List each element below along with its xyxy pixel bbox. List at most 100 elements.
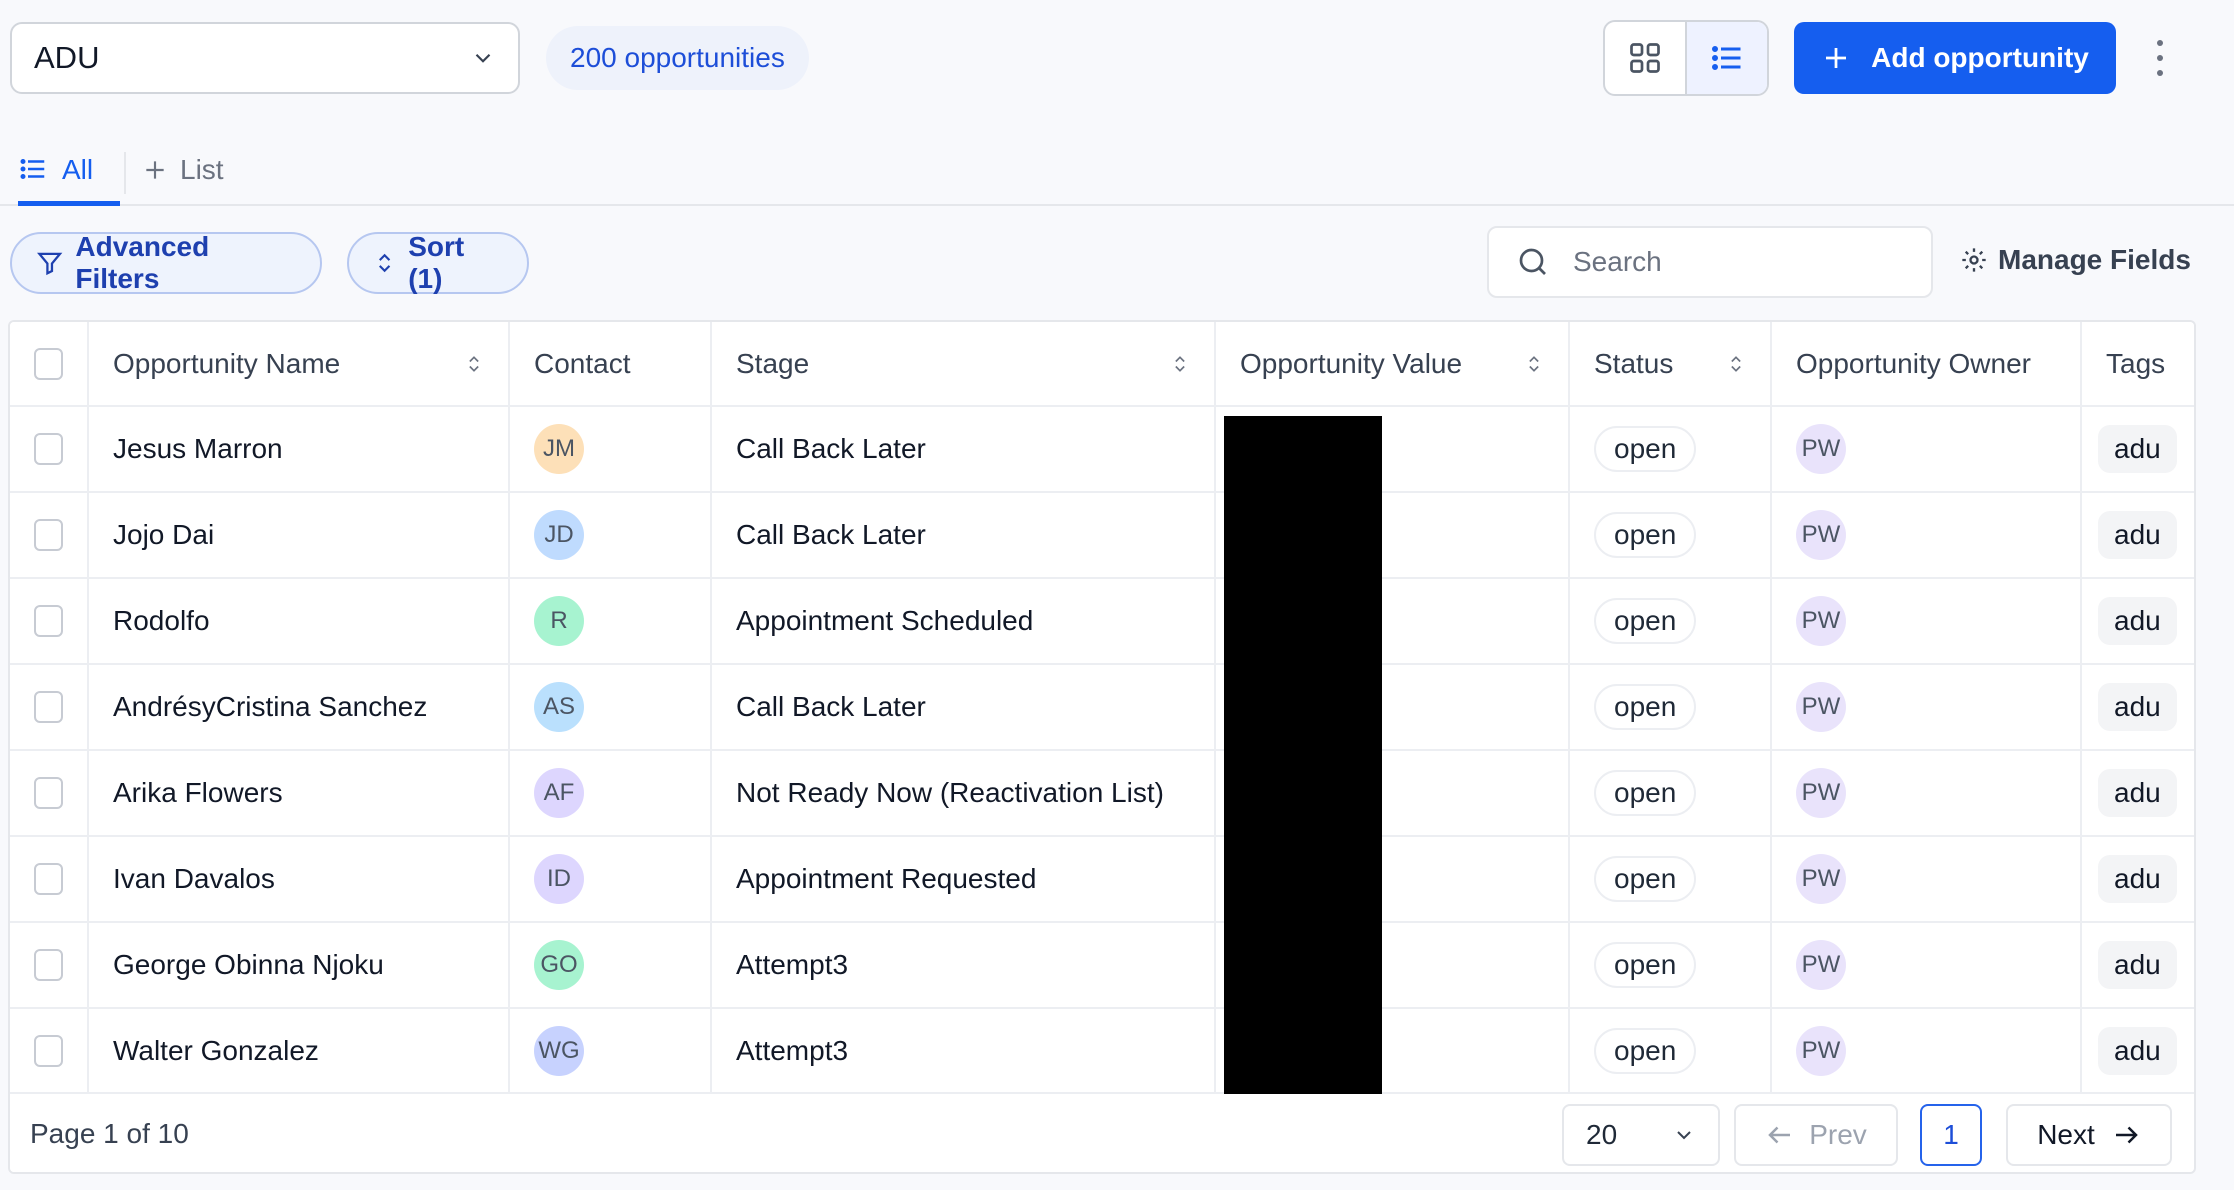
opportunity-name-cell[interactable]: Ivan Davalos xyxy=(87,836,509,923)
status-cell[interactable]: open xyxy=(1568,578,1771,665)
contact-avatar[interactable]: AS xyxy=(534,682,584,732)
sort-arrows-icon[interactable] xyxy=(1726,351,1746,377)
opportunity-name[interactable]: Jojo Dai xyxy=(113,519,214,551)
status-cell[interactable]: open xyxy=(1568,406,1771,493)
table-row[interactable]: Jojo Dai JD Call Back Later open PW adu xyxy=(10,492,2194,579)
more-options-icon[interactable] xyxy=(2146,36,2174,80)
owner-cell[interactable]: PW xyxy=(1770,750,2081,837)
owner-cell[interactable]: PW xyxy=(1770,922,2081,1009)
table-row[interactable]: Walter Gonzalez WG Attempt3 open PW adu xyxy=(10,1008,2194,1095)
opportunity-name-cell[interactable]: Rodolfo xyxy=(87,578,509,665)
contact-cell[interactable]: WG xyxy=(508,1008,711,1095)
contact-avatar[interactable]: GO xyxy=(534,940,584,990)
column-header-status[interactable]: Status xyxy=(1568,322,1771,407)
owner-avatar[interactable]: PW xyxy=(1796,1026,1846,1076)
owner-cell[interactable]: PW xyxy=(1770,492,2081,579)
pipeline-select[interactable]: ADU xyxy=(10,22,520,94)
tab-all[interactable]: All xyxy=(18,136,120,206)
table-row[interactable]: AndrésyCristina Sanchez AS Call Back Later… xyxy=(10,664,2194,751)
owner-avatar[interactable]: PW xyxy=(1796,682,1846,732)
row-checkbox[interactable] xyxy=(34,1035,63,1067)
next-page-button[interactable]: Next xyxy=(2006,1104,2172,1166)
status-cell[interactable]: open xyxy=(1568,922,1771,1009)
stage-cell[interactable]: Not Ready Now (Reactivation List) xyxy=(710,750,1215,837)
row-checkbox[interactable] xyxy=(34,433,63,465)
row-checkbox[interactable] xyxy=(34,691,63,723)
sort-arrows-icon[interactable] xyxy=(464,351,484,377)
contact-cell[interactable]: AF xyxy=(508,750,711,837)
search-input[interactable] xyxy=(1573,246,1893,278)
stage-cell[interactable]: Attempt3 xyxy=(710,1008,1215,1095)
opportunity-name[interactable]: Ivan Davalos xyxy=(113,863,275,895)
owner-avatar[interactable]: PW xyxy=(1796,424,1846,474)
contact-avatar[interactable]: JM xyxy=(534,424,584,474)
sort-arrows-icon[interactable] xyxy=(1524,351,1544,377)
manage-fields-button[interactable]: Manage Fields xyxy=(1960,244,2191,276)
contact-cell[interactable]: GO xyxy=(508,922,711,1009)
opportunity-name[interactable]: Walter Gonzalez xyxy=(113,1035,319,1067)
advanced-filters-button[interactable]: Advanced Filters xyxy=(10,231,322,294)
contact-avatar[interactable]: R xyxy=(534,596,584,646)
table-row[interactable]: Rodolfo R Appointment Scheduled open PW adu xyxy=(10,578,2194,665)
add-opportunity-button[interactable]: Add opportunity xyxy=(1794,22,2116,94)
stage-cell[interactable]: Call Back Later xyxy=(710,406,1215,493)
column-header-opportunity-value[interactable]: Opportunity Value xyxy=(1214,322,1569,407)
stage-cell[interactable]: Appointment Scheduled xyxy=(710,578,1215,665)
stage-cell[interactable]: Call Back Later xyxy=(710,492,1215,579)
contact-avatar[interactable]: JD xyxy=(534,510,584,560)
opportunity-name-cell[interactable]: Walter Gonzalez xyxy=(87,1008,509,1095)
board-view-button[interactable] xyxy=(1605,22,1685,94)
opportunity-name-cell[interactable]: Jesus Marron xyxy=(87,406,509,493)
owner-avatar[interactable]: PW xyxy=(1796,596,1846,646)
page-size-select[interactable]: 20 xyxy=(1562,1104,1720,1166)
owner-avatar[interactable]: PW xyxy=(1796,940,1846,990)
opportunity-name[interactable]: Rodolfo xyxy=(113,605,210,637)
page-number-button[interactable]: 1 xyxy=(1920,1104,1982,1166)
prev-page-button[interactable]: Prev xyxy=(1734,1104,1898,1166)
owner-cell[interactable]: PW xyxy=(1770,578,2081,665)
status-cell[interactable]: open xyxy=(1568,492,1771,579)
table-row[interactable]: Jesus Marron JM Call Back Later open PW adu xyxy=(10,406,2194,493)
status-cell[interactable]: open xyxy=(1568,1008,1771,1095)
row-checkbox[interactable] xyxy=(34,605,63,637)
owner-cell[interactable]: PW xyxy=(1770,1008,2081,1095)
stage-cell[interactable]: Appointment Requested xyxy=(710,836,1215,923)
contact-cell[interactable]: ID xyxy=(508,836,711,923)
contact-cell[interactable]: JM xyxy=(508,406,711,493)
opportunity-name[interactable]: George Obinna Njoku xyxy=(113,949,384,981)
opportunity-name[interactable]: AndrésyCristina Sanchez xyxy=(113,691,427,723)
owner-avatar[interactable]: PW xyxy=(1796,768,1846,818)
contact-cell[interactable]: AS xyxy=(508,664,711,751)
opportunity-name[interactable]: Jesus Marron xyxy=(113,433,283,465)
column-header-stage[interactable]: Stage xyxy=(710,322,1215,407)
row-checkbox[interactable] xyxy=(34,519,63,551)
opportunity-name-cell[interactable]: Arika Flowers xyxy=(87,750,509,837)
list-view-button[interactable] xyxy=(1685,22,1767,94)
status-cell[interactable]: open xyxy=(1568,836,1771,923)
table-row[interactable]: Arika Flowers AF Not Ready Now (Reactivati… xyxy=(10,750,2194,837)
row-checkbox[interactable] xyxy=(34,777,63,809)
sort-arrows-icon[interactable] xyxy=(1170,351,1190,377)
column-header-opportunity-name[interactable]: Opportunity Name xyxy=(87,322,509,407)
owner-avatar[interactable]: PW xyxy=(1796,854,1846,904)
status-cell[interactable]: open xyxy=(1568,664,1771,751)
select-all-checkbox[interactable] xyxy=(34,347,63,380)
owner-avatar[interactable]: PW xyxy=(1796,510,1846,560)
owner-cell[interactable]: PW xyxy=(1770,836,2081,923)
stage-cell[interactable]: Attempt3 xyxy=(710,922,1215,1009)
table-row[interactable]: George Obinna Njoku GO Attempt3 open PW adu xyxy=(10,922,2194,1009)
owner-cell[interactable]: PW xyxy=(1770,664,2081,751)
status-cell[interactable]: open xyxy=(1568,750,1771,837)
add-list-tab[interactable]: List xyxy=(142,154,224,186)
row-checkbox[interactable] xyxy=(34,863,63,895)
owner-cell[interactable]: PW xyxy=(1770,406,2081,493)
contact-avatar[interactable]: WG xyxy=(534,1026,584,1076)
sort-button[interactable]: Sort (1) xyxy=(347,231,529,294)
contact-avatar[interactable]: ID xyxy=(534,854,584,904)
opportunity-name-cell[interactable]: AndrésyCristina Sanchez xyxy=(87,664,509,751)
contact-avatar[interactable]: AF xyxy=(534,768,584,818)
row-checkbox[interactable] xyxy=(34,949,63,981)
contact-cell[interactable]: JD xyxy=(508,492,711,579)
contact-cell[interactable]: R xyxy=(508,578,711,665)
opportunity-name-cell[interactable]: George Obinna Njoku xyxy=(87,922,509,1009)
